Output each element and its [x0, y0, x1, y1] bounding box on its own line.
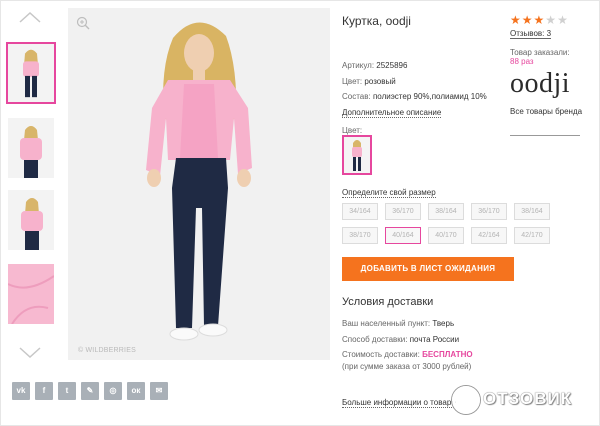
star-empty-icon: ★	[557, 13, 569, 27]
thumbnail-2[interactable]	[8, 118, 54, 178]
vk-share-icon[interactable]: vk	[12, 382, 30, 400]
star-icon: ★	[521, 13, 534, 27]
size-option[interactable]: 42/164	[471, 227, 507, 244]
otzovik-watermark: ОТЗОВИК	[452, 386, 596, 414]
thumbs-down-arrow-icon[interactable]	[18, 346, 42, 360]
color-swatch-pink[interactable]	[342, 135, 372, 175]
delivery-city-label: Ваш населенный пункт:	[342, 319, 431, 328]
product-title: Куртка, oodji	[342, 14, 411, 28]
composition-value: полиэстер 90%,полиамид 10%	[372, 92, 487, 101]
size-option[interactable]: 38/170	[342, 227, 378, 244]
photo-watermark: © WILDBERRIES	[78, 347, 136, 354]
size-option[interactable]: 38/164	[514, 203, 550, 220]
color-value: розовый	[364, 77, 396, 86]
twitter-share-icon[interactable]: t	[58, 382, 76, 400]
delivery-cost-row: Стоимость доставки: БЕСПЛАТНО	[342, 350, 473, 359]
size-option[interactable]: 42/170	[514, 227, 550, 244]
thumbnail-3[interactable]	[8, 190, 54, 250]
composition-label: Состав:	[342, 92, 371, 101]
article-value: 2525896	[376, 61, 408, 70]
more-info-link[interactable]: Больше информации о товаре	[342, 398, 456, 408]
article-label: Артикул:	[342, 61, 375, 70]
ordered-count: 88 раз	[510, 57, 534, 66]
add-to-waitlist-button[interactable]: ДОБАВИТЬ В ЛИСТ ОЖИДАНИЯ	[342, 257, 514, 281]
thumbnail-4[interactable]	[8, 264, 54, 324]
divider	[510, 135, 580, 136]
thumbs-up-arrow-icon[interactable]	[18, 10, 42, 24]
delivery-cost-note: (при сумме заказа от 3000 рублей)	[342, 362, 472, 371]
thumbnail-1[interactable]	[6, 42, 56, 104]
main-product-photo[interactable]: © WILDBERRIES	[68, 8, 330, 360]
size-option[interactable]: 36/170	[471, 203, 507, 220]
size-option[interactable]: 38/164	[428, 203, 464, 220]
size-option[interactable]: 34/164	[342, 203, 378, 220]
otzovik-logo-icon	[452, 386, 480, 414]
brand-all-items-link[interactable]: Все товары бренда	[510, 107, 582, 116]
rating-stars: ★★★★★	[510, 13, 569, 27]
delivery-method-label: Способ доставки:	[342, 335, 408, 344]
composition-row: Состав: полиэстер 90%,полиамид 10%	[342, 92, 487, 101]
odnoklassniki-share-icon[interactable]: ок	[127, 382, 145, 400]
reviews-link[interactable]: Отзывов: 3	[510, 29, 552, 39]
size-option-selected[interactable]: 40/164	[385, 227, 421, 244]
swatch-label: Цвет:	[342, 126, 363, 135]
star-icon: ★	[510, 13, 522, 27]
ordered-label: Товар заказали:	[510, 48, 570, 57]
more-description-link[interactable]: Дополнительное описание	[342, 108, 442, 118]
size-guide-link[interactable]: Определите свой размер	[342, 188, 436, 198]
star-empty-icon: ★	[545, 13, 558, 27]
otzovik-watermark-text: ОТЗОВИК	[483, 389, 573, 408]
star-icon: ★	[533, 13, 546, 27]
size-option[interactable]: 36/170	[385, 203, 421, 220]
delivery-cost-value: БЕСПЛАТНО	[422, 350, 473, 359]
delivery-cost-label: Стоимость доставки:	[342, 350, 420, 359]
color-row: Цвет: розовый	[342, 77, 396, 86]
mail-share-icon[interactable]: ✉	[150, 382, 168, 400]
article-row: Артикул: 2525896	[342, 61, 407, 70]
odnoklassniki-circle-share-icon[interactable]: ◎	[104, 382, 122, 400]
model-illustration	[68, 8, 330, 360]
delivery-method-value[interactable]: почта России	[410, 335, 459, 344]
color-label: Цвет:	[342, 77, 363, 86]
delivery-city-value[interactable]: Тверь	[432, 319, 454, 328]
size-option[interactable]: 40/170	[428, 227, 464, 244]
facebook-share-icon[interactable]: f	[35, 382, 53, 400]
delivery-city-row: Ваш населенный пункт: Тверь	[342, 319, 454, 328]
livejournal-share-icon[interactable]: ✎	[81, 382, 99, 400]
brand-logo[interactable]: oodji	[510, 68, 570, 100]
zoom-icon[interactable]	[76, 16, 90, 30]
delivery-method-row: Способ доставки: почта России	[342, 335, 459, 344]
delivery-title: Условия доставки	[342, 296, 434, 308]
